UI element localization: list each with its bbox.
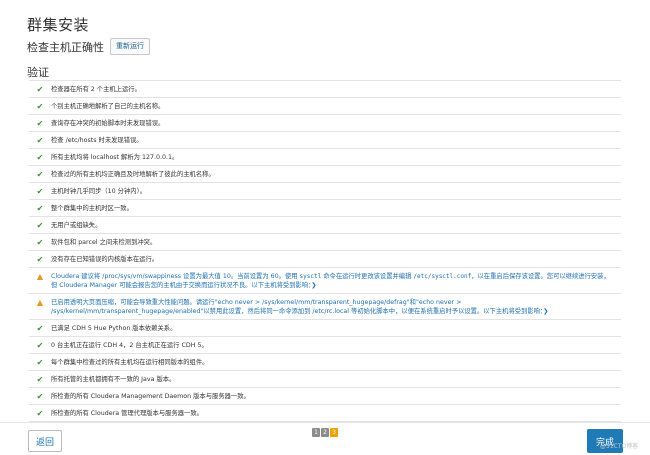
check-text: 查询存在冲突的初始脚本时未发现错误。: [51, 120, 165, 127]
validation-check-list: ✔ 检查器在所有 2 个主机上运行。 ✔ 个别主机正确地解析了自己的主机名称。 ✔ 查询存…: [29, 80, 621, 422]
page-subtitle: 检查主机正确性: [27, 40, 104, 54]
check-row: ✔ 每个群集中检查过的所有主机均在运行相同版本的组件。: [29, 354, 621, 371]
checkmark-icon: ✔: [36, 392, 44, 401]
rerun-button[interactable]: 重新运行: [110, 38, 150, 55]
page-title: 群集安装: [27, 16, 90, 34]
check-row: ✔ 检查过的所有主机均正确且及时地解析了彼此的主机名称。: [29, 166, 621, 183]
warning-icon: ▲: [36, 272, 44, 281]
checkmark-icon: ✔: [36, 153, 44, 162]
check-text: 每个群集中检查过的所有主机均在运行相同版本的组件。: [51, 359, 209, 366]
warning-text: 已启用透明大页面压缩，可能会导致重大性能问题。请运行"echo never > …: [51, 299, 544, 315]
checkmark-icon: ✔: [36, 136, 44, 145]
warning-text: 命令在运行时更改该设置并编辑: [321, 273, 414, 280]
check-text: 所检查的所有 Cloudera Management Daemon 版本与服务器…: [51, 393, 250, 400]
check-text: 所检查的所有 Cloudera 管理代理版本与服务器一致。: [51, 410, 203, 417]
pager: 123: [312, 428, 338, 437]
page-button[interactable]: 2: [321, 428, 329, 437]
check-row: ✔ 检查器在所有 2 个主机上运行。: [29, 81, 621, 98]
check-text: 个别主机正确地解析了自己的主机名称。: [51, 103, 165, 110]
check-row: ✔ 整个群集中的主机时区一致。: [29, 200, 621, 217]
check-text: 检查器在所有 2 个主机上运行。: [51, 86, 141, 93]
checkmark-icon: ✔: [36, 221, 44, 230]
check-row: ▲ 已启用透明大页面压缩，可能会导致重大性能问题。请运行"echo never >…: [29, 294, 621, 320]
page-button[interactable]: 1: [312, 428, 320, 437]
check-row: ✔ 所有主机均将 localhost 解析为 127.0.0.1。: [29, 149, 621, 166]
warning-text: Cloudera 建议将 /proc/sys/vm/swappiness 设置为…: [51, 273, 300, 280]
inline-code: /etc/sysctl.conf: [413, 273, 472, 280]
section-title: 验证: [27, 66, 49, 79]
checkmark-icon: ✔: [36, 238, 44, 247]
check-text: 无用户或组缺失。: [51, 222, 102, 229]
checkmark-icon: ✔: [36, 341, 44, 350]
check-text: 主机时钟几乎同步（10 分钟内）。: [51, 188, 147, 195]
subtitle-row: 检查主机正确性 重新运行: [27, 38, 150, 55]
check-text: Cloudera 建议将 /proc/sys/vm/swappiness 设置为…: [51, 272, 621, 290]
check-text: 所有主机均将 localhost 解析为 127.0.0.1。: [51, 154, 179, 161]
checkmark-icon: ✔: [36, 119, 44, 128]
check-row: ✔ 0 台主机正在运行 CDH 4，2 台主机正在运行 CDH 5。: [29, 337, 621, 354]
check-text: 已启用透明大页面压缩，可能会导致重大性能问题。请运行"echo never > …: [51, 298, 621, 316]
check-text: 整个群集中的主机时区一致。: [51, 205, 133, 212]
check-row: ✔ 所有托管的主机都拥有不一致的 Java 版本。: [29, 371, 621, 388]
check-text: 软件包和 parcel 之间未检测到冲突。: [51, 239, 157, 246]
check-text: 检查过的所有主机均正确且及时地解析了彼此的主机名称。: [51, 171, 215, 178]
check-row: ✔ 所检查的所有 Cloudera Management Daemon 版本与服务…: [29, 388, 621, 405]
warning-icon: ▲: [36, 298, 44, 307]
back-button[interactable]: 返回: [28, 430, 62, 452]
check-text: 检查 /etc/hosts 时未发现错误。: [51, 137, 143, 144]
check-row: ✔ 个别主机正确地解析了自己的主机名称。: [29, 98, 621, 115]
check-row: ✔ 所检查的所有 Cloudera 管理代理版本与服务器一致。: [29, 405, 621, 422]
check-text: 没有存在已知错误的内核版本在运行。: [51, 256, 159, 263]
check-row: ✔ 查询存在冲突的初始脚本时未发现错误。: [29, 115, 621, 132]
checkmark-icon: ✔: [36, 375, 44, 384]
check-row: ▲ Cloudera 建议将 /proc/sys/vm/swappiness 设置…: [29, 268, 621, 294]
page-button[interactable]: 3: [330, 428, 338, 437]
checkmark-icon: ✔: [36, 358, 44, 367]
expand-affected-hosts-link[interactable]: ❯: [311, 282, 316, 289]
checkmark-icon: ✔: [36, 255, 44, 264]
check-row: ✔ 软件包和 parcel 之间未检测到冲突。: [29, 234, 621, 251]
checkmark-icon: ✔: [36, 409, 44, 418]
check-row: ✔ 没有存在已知错误的内核版本在运行。: [29, 251, 621, 268]
check-row: ✔ 检查 /etc/hosts 时未发现错误。: [29, 132, 621, 149]
checkmark-icon: ✔: [36, 170, 44, 179]
check-text: 已满足 CDH 5 Hue Python 版本依赖关系。: [51, 325, 177, 332]
checkmark-icon: ✔: [36, 85, 44, 94]
checkmark-icon: ✔: [36, 102, 44, 111]
inline-code: sysctl: [299, 273, 322, 280]
check-row: ✔ 主机时钟几乎同步（10 分钟内）。: [29, 183, 621, 200]
check-row: ✔ 无用户或组缺失。: [29, 217, 621, 234]
check-text: 所有托管的主机都拥有不一致的 Java 版本。: [51, 376, 176, 383]
watermark: @51CTO博客: [600, 443, 639, 450]
check-text: 0 台主机正在运行 CDH 4，2 台主机正在运行 CDH 5。: [51, 342, 208, 349]
checkmark-icon: ✔: [36, 324, 44, 333]
footer-bar: [0, 422, 650, 455]
expand-affected-hosts-link[interactable]: ❯: [543, 308, 548, 315]
checkmark-icon: ✔: [36, 187, 44, 196]
checkmark-icon: ✔: [36, 204, 44, 213]
check-row: ✔ 已满足 CDH 5 Hue Python 版本依赖关系。: [29, 320, 621, 337]
